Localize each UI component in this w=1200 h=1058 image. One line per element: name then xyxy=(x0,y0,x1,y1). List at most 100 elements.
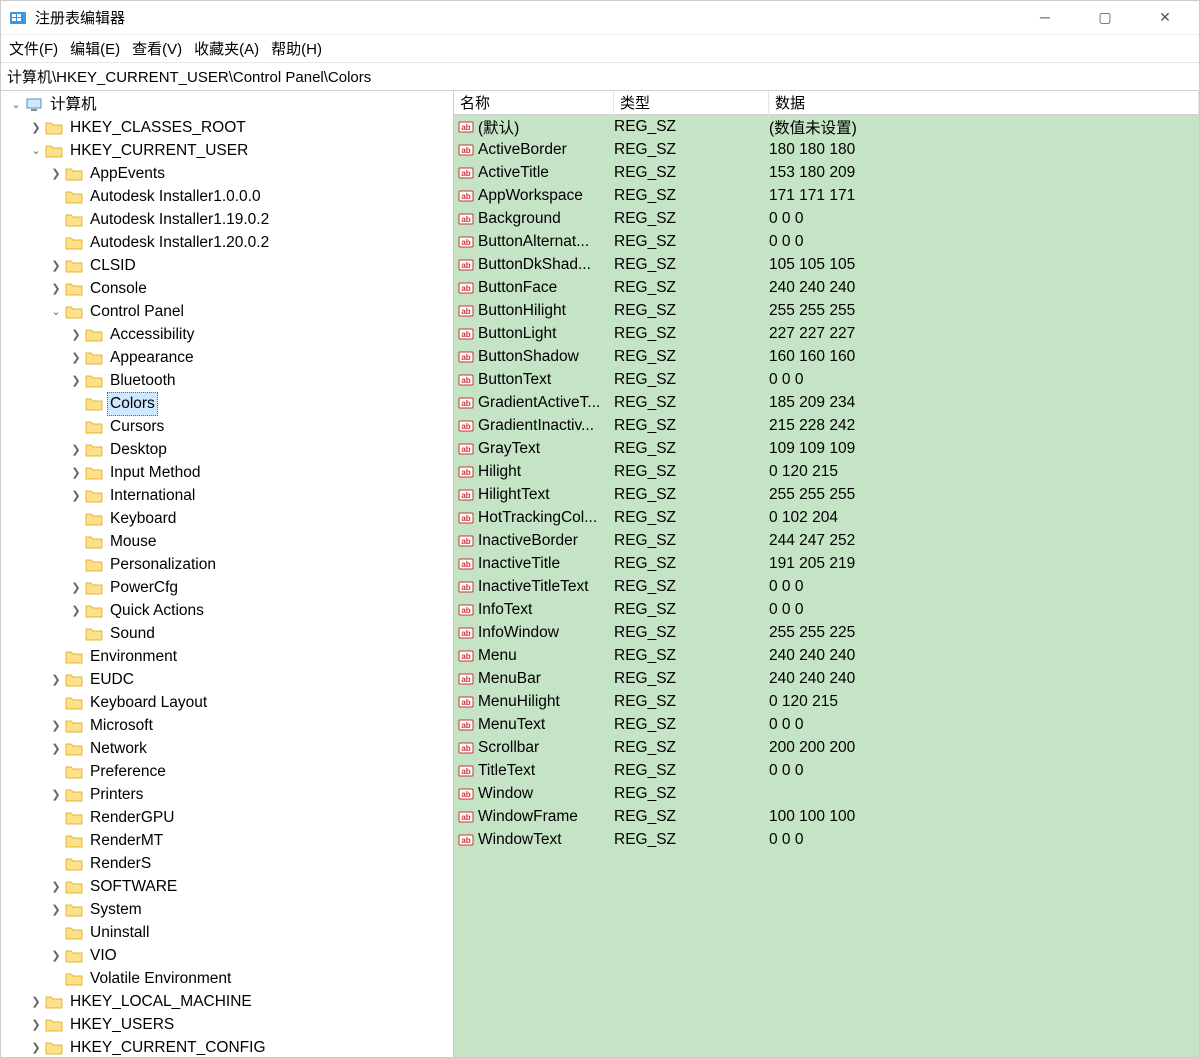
value-row[interactable]: abButtonDkShad...REG_SZ105 105 105 xyxy=(454,253,1199,276)
tree-node-hkcu[interactable]: ⌄HKEY_CURRENT_USER xyxy=(3,139,453,162)
expand-icon[interactable]: ❯ xyxy=(69,600,83,622)
expand-icon[interactable] xyxy=(49,968,63,990)
tree-node-colors[interactable]: Colors xyxy=(3,392,453,415)
value-row[interactable]: abButtonFaceREG_SZ240 240 240 xyxy=(454,276,1199,299)
value-row[interactable]: abButtonShadowREG_SZ160 160 160 xyxy=(454,345,1199,368)
expand-icon[interactable] xyxy=(69,623,83,645)
value-row[interactable]: abHilightREG_SZ0 120 215 xyxy=(454,460,1199,483)
tree-node-sys[interactable]: ❯System xyxy=(3,898,453,921)
value-row[interactable]: abInactiveTitleREG_SZ191 205 219 xyxy=(454,552,1199,575)
tree-node-ai2[interactable]: Autodesk Installer1.19.0.2 xyxy=(3,208,453,231)
value-list[interactable]: ab(默认)REG_SZ(数值未设置)abActiveBorderREG_SZ1… xyxy=(454,115,1199,1057)
tree-node-rmt[interactable]: RenderMT xyxy=(3,829,453,852)
value-row[interactable]: abScrollbarREG_SZ200 200 200 xyxy=(454,736,1199,759)
value-row[interactable]: abButtonTextREG_SZ0 0 0 xyxy=(454,368,1199,391)
tree-node-ai3[interactable]: Autodesk Installer1.20.0.2 xyxy=(3,231,453,254)
tree-node-env[interactable]: Environment xyxy=(3,645,453,668)
value-row[interactable]: abTitleTextREG_SZ0 0 0 xyxy=(454,759,1199,782)
value-row[interactable]: abActiveBorderREG_SZ180 180 180 xyxy=(454,138,1199,161)
value-row[interactable]: abActiveTitleREG_SZ153 180 209 xyxy=(454,161,1199,184)
expand-icon[interactable]: ❯ xyxy=(69,324,83,346)
tree-node-sw[interactable]: ❯SOFTWARE xyxy=(3,875,453,898)
value-row[interactable]: abHilightTextREG_SZ255 255 255 xyxy=(454,483,1199,506)
tree-node-mouse[interactable]: Mouse xyxy=(3,530,453,553)
expand-icon[interactable]: ❯ xyxy=(49,784,63,806)
expand-icon[interactable]: ❯ xyxy=(69,577,83,599)
expand-icon[interactable]: ❯ xyxy=(29,117,43,139)
expand-icon[interactable] xyxy=(49,186,63,208)
tree-node-hkcc[interactable]: ❯HKEY_CURRENT_CONFIG xyxy=(3,1036,453,1057)
tree-node-hku[interactable]: ❯HKEY_USERS xyxy=(3,1013,453,1036)
expand-icon[interactable]: ❯ xyxy=(69,347,83,369)
tree-node-pers[interactable]: Personalization xyxy=(3,553,453,576)
tree-node-cpanel[interactable]: ⌄Control Panel xyxy=(3,300,453,323)
expand-icon[interactable] xyxy=(49,922,63,944)
value-row[interactable]: ab(默认)REG_SZ(数值未设置) xyxy=(454,115,1199,138)
tree-node-eudc[interactable]: ❯EUDC xyxy=(3,668,453,691)
tree-node-bt[interactable]: ❯Bluetooth xyxy=(3,369,453,392)
expand-icon[interactable] xyxy=(49,692,63,714)
expand-icon[interactable] xyxy=(69,531,83,553)
tree-node-ms[interactable]: ❯Microsoft xyxy=(3,714,453,737)
tree-node-hklm[interactable]: ❯HKEY_LOCAL_MACHINE xyxy=(3,990,453,1013)
tree-node-appevents[interactable]: ❯AppEvents xyxy=(3,162,453,185)
menu-help[interactable]: 帮助(H) xyxy=(271,38,322,59)
value-row[interactable]: abAppWorkspaceREG_SZ171 171 171 xyxy=(454,184,1199,207)
value-row[interactable]: abGradientInactiv...REG_SZ215 228 242 xyxy=(454,414,1199,437)
expand-icon[interactable]: ⌄ xyxy=(29,140,43,162)
tree-node-ai1[interactable]: Autodesk Installer1.0.0.0 xyxy=(3,185,453,208)
expand-icon[interactable]: ❯ xyxy=(29,1037,43,1058)
expand-icon[interactable] xyxy=(49,830,63,852)
tree-node-pref[interactable]: Preference xyxy=(3,760,453,783)
address-bar[interactable]: 计算机\HKEY_CURRENT_USER\Control Panel\Colo… xyxy=(1,63,1199,91)
value-row[interactable]: abWindowREG_SZ xyxy=(454,782,1199,805)
value-row[interactable]: abInfoWindowREG_SZ255 255 225 xyxy=(454,621,1199,644)
value-row[interactable]: abButtonAlternat...REG_SZ0 0 0 xyxy=(454,230,1199,253)
col-data[interactable]: 数据 xyxy=(769,90,1199,115)
value-row[interactable]: abInactiveBorderREG_SZ244 247 252 xyxy=(454,529,1199,552)
expand-icon[interactable]: ⌄ xyxy=(9,94,23,116)
tree-node-appear[interactable]: ❯Appearance xyxy=(3,346,453,369)
expand-icon[interactable]: ❯ xyxy=(69,485,83,507)
menu-edit[interactable]: 编辑(E) xyxy=(70,38,120,59)
tree-pane[interactable]: ⌄计算机❯HKEY_CLASSES_ROOT⌄HKEY_CURRENT_USER… xyxy=(1,91,454,1057)
tree-node-qa[interactable]: ❯Quick Actions xyxy=(3,599,453,622)
tree-node-vio[interactable]: ❯VIO xyxy=(3,944,453,967)
expand-icon[interactable] xyxy=(49,209,63,231)
value-row[interactable]: abWindowFrameREG_SZ100 100 100 xyxy=(454,805,1199,828)
value-row[interactable]: abMenuBarREG_SZ240 240 240 xyxy=(454,667,1199,690)
value-row[interactable]: abBackgroundREG_SZ0 0 0 xyxy=(454,207,1199,230)
close-button[interactable]: ✕ xyxy=(1145,9,1185,26)
tree-node-cursors[interactable]: Cursors xyxy=(3,415,453,438)
tree-node-rgpu[interactable]: RenderGPU xyxy=(3,806,453,829)
expand-icon[interactable]: ❯ xyxy=(69,439,83,461)
value-row[interactable]: abGradientActiveT...REG_SZ185 209 234 xyxy=(454,391,1199,414)
tree-node-computer[interactable]: ⌄计算机 xyxy=(3,93,453,116)
value-row[interactable]: abGrayTextREG_SZ109 109 109 xyxy=(454,437,1199,460)
maximize-button[interactable]: ▢ xyxy=(1085,9,1125,26)
tree-node-ve[interactable]: Volatile Environment xyxy=(3,967,453,990)
minimize-button[interactable]: ─ xyxy=(1025,9,1065,26)
tree-node-net[interactable]: ❯Network xyxy=(3,737,453,760)
expand-icon[interactable] xyxy=(69,393,83,415)
expand-icon[interactable]: ❯ xyxy=(49,899,63,921)
expand-icon[interactable]: ❯ xyxy=(49,876,63,898)
expand-icon[interactable] xyxy=(49,761,63,783)
expand-icon[interactable] xyxy=(49,232,63,254)
expand-icon[interactable]: ❯ xyxy=(49,255,63,277)
tree-node-clsid[interactable]: ❯CLSID xyxy=(3,254,453,277)
expand-icon[interactable] xyxy=(49,807,63,829)
tree-node-pcfg[interactable]: ❯PowerCfg xyxy=(3,576,453,599)
menu-favorites[interactable]: 收藏夹(A) xyxy=(194,38,259,59)
value-row[interactable]: abButtonHilightREG_SZ255 255 255 xyxy=(454,299,1199,322)
tree-node-console[interactable]: ❯Console xyxy=(3,277,453,300)
tree-node-intl[interactable]: ❯International xyxy=(3,484,453,507)
menu-file[interactable]: 文件(F) xyxy=(9,38,58,59)
expand-icon[interactable]: ❯ xyxy=(49,163,63,185)
tree-node-kbd[interactable]: Keyboard xyxy=(3,507,453,530)
expand-icon[interactable]: ⌄ xyxy=(49,301,63,323)
expand-icon[interactable]: ❯ xyxy=(49,738,63,760)
tree-node-hkcr[interactable]: ❯HKEY_CLASSES_ROOT xyxy=(3,116,453,139)
expand-icon[interactable] xyxy=(69,416,83,438)
expand-icon[interactable] xyxy=(49,853,63,875)
